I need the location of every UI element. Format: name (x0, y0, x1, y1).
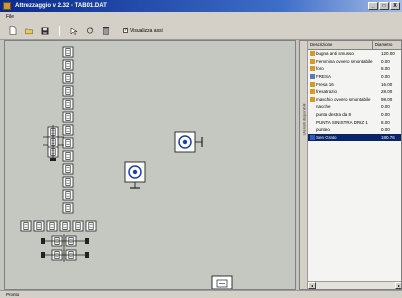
tool-diameter: 180.76 (381, 134, 395, 140)
row-icon-slot (310, 104, 315, 109)
drill-icon (310, 51, 315, 57)
tool-name: bugna anti smusso (316, 51, 354, 57)
spindle-unit-1[interactable] (174, 131, 203, 153)
drill-icon (310, 81, 315, 87)
tool-diameter: 8.00 (381, 66, 390, 72)
maximize-button[interactable]: □ (379, 2, 389, 10)
scroll-right-button[interactable]: ▸ (395, 282, 401, 289)
pointer-tool-button[interactable] (69, 26, 79, 36)
tool-row[interactable]: foro 8.00 (308, 65, 401, 73)
floppy-icon (41, 27, 49, 34)
mill-icon (310, 74, 315, 80)
tools-tab[interactable]: Utensili disponibili (300, 41, 308, 289)
column-diameter[interactable]: Diametro (373, 41, 401, 49)
menu-bar: File (0, 12, 402, 22)
title-bar: Attrezzaggio v 2.32 - TAB01.DAT _ □ X (0, 0, 402, 12)
drill-icon (310, 96, 315, 102)
open-file-button[interactable] (24, 26, 34, 36)
row-icon-slot (310, 127, 315, 132)
show-axes-toggle[interactable]: ✓ Visualizza assi (123, 28, 163, 34)
rotate-tool-button[interactable] (85, 26, 95, 36)
suction-column[interactable] (62, 46, 74, 214)
tool-row[interactable]: Sen Grato 180.76 (308, 133, 401, 142)
tool-diameter: 98.00 (381, 96, 393, 102)
toolbar: ✓ Visualizza assi (0, 22, 402, 40)
tool-row[interactable]: FRESA 0.00 (308, 73, 401, 81)
lower-clamp-group[interactable] (41, 234, 89, 262)
row-icon-slot (310, 112, 315, 117)
tool-name: punta destra da 8 (316, 112, 352, 118)
tool-panel: Utensili disponibili Descrizione Diametr… (299, 40, 402, 290)
scroll-left-button[interactable]: ◂ (308, 282, 316, 289)
bottom-row[interactable] (20, 220, 97, 232)
save-button[interactable] (40, 26, 50, 36)
arrow-icon (70, 27, 78, 35)
toolbar-separator (59, 25, 60, 36)
tool-name: FRESA (316, 74, 332, 80)
tool-diameter: 0.00 (381, 58, 390, 64)
tool-row[interactable]: Femmina ovvero smontabile 0.00 (308, 58, 401, 66)
status-text: Pronto (6, 292, 20, 297)
tool-diameter: 0.00 (381, 127, 390, 133)
show-axes-label: Visualizza assi (130, 27, 163, 34)
status-bar: Pronto (0, 290, 402, 298)
minimize-button[interactable]: _ (368, 2, 378, 10)
tool-diameter: 28.00 (381, 89, 393, 95)
new-file-icon (9, 26, 17, 35)
tool-name: foro (316, 66, 324, 72)
rotate-icon (86, 27, 94, 34)
tool-name: Sen Grato (316, 134, 337, 140)
spindle-unit-2[interactable] (124, 161, 146, 189)
tool-name: PUNTA SINISTRA DRIZ 1 (316, 119, 368, 125)
tool-diameter: 120.00 (381, 51, 395, 57)
tool-row[interactable]: punta destra da 8 0.00 (308, 111, 401, 119)
show-axes-checkbox[interactable]: ✓ (123, 28, 128, 33)
tool-row[interactable]: Fresa 16 16.00 (308, 80, 401, 88)
window-title: Attrezzaggio v 2.32 - TAB01.DAT (15, 3, 107, 9)
drill-icon (310, 66, 315, 72)
folder-icon (25, 28, 33, 34)
tool-list: Descrizione Diametro bugna anti smusso 12… (308, 41, 401, 142)
menu-file[interactable]: File (6, 14, 14, 20)
list-header: Descrizione Diametro (308, 41, 401, 50)
tool-diameter: 16.00 (381, 81, 393, 87)
tool-row[interactable]: PUNTA SINISTRA DRIZ 1 8.00 (308, 118, 401, 126)
tool-name: Femmina ovvero smontabile (316, 58, 373, 64)
app-icon (3, 2, 11, 10)
fixture-layout (20, 46, 233, 290)
tool-diameter: 0.00 (381, 74, 390, 80)
trash-icon (103, 27, 109, 35)
tool-name: maschio ovvero smontabile (316, 96, 371, 102)
tool-row[interactable]: maschio ovvero smontabile 98.00 (308, 96, 401, 104)
tool-row[interactable]: bugna anti smusso 120.00 (308, 50, 401, 58)
left-clamp-group[interactable] (43, 125, 64, 161)
tool-diameter: 8.00 (381, 119, 390, 125)
tool-diameter: 0.00 (381, 112, 390, 118)
tool-row[interactable]: nacche 0.00 (308, 103, 401, 111)
horizontal-scrollbar[interactable]: ◂ ▸ (308, 281, 401, 289)
tool-holder[interactable] (211, 275, 233, 290)
delete-tool-button[interactable] (101, 26, 111, 36)
close-button[interactable]: X (390, 2, 400, 10)
tools-tab-label: Utensili disponibili (301, 103, 307, 135)
layout-canvas[interactable] (4, 40, 296, 290)
drill-icon (310, 58, 315, 64)
tool-name: punteo (316, 127, 330, 133)
drill-icon (310, 89, 315, 95)
tool-row[interactable]: punteo 0.00 (308, 126, 401, 134)
tool-name: fresatrazio (316, 89, 338, 95)
tool-name: Fresa 16 (316, 81, 334, 87)
tool-diameter: 0.00 (381, 104, 390, 110)
tool-name: nacche (316, 104, 331, 110)
column-description[interactable]: Descrizione (308, 41, 373, 49)
new-file-button[interactable] (8, 26, 18, 36)
row-icon-slot (310, 120, 315, 125)
tool-row[interactable]: fresatrazio 28.00 (308, 88, 401, 96)
saw-icon (310, 134, 315, 140)
